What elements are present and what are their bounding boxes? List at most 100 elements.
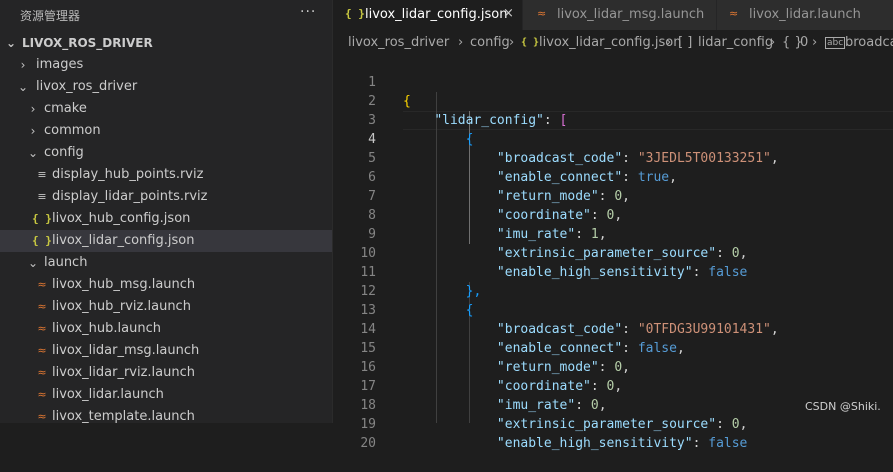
code-line: 3 { <box>333 92 893 147</box>
code-line: 16 "coordinate": 0, <box>333 339 893 394</box>
file-tree: ⌄ LIVOX_ROS_DRIVER › images ⌄ livox_ros_… <box>0 32 332 428</box>
rss-file-icon: ≈ <box>37 388 47 401</box>
chevron-right-icon: › <box>666 35 672 50</box>
code-line: 6 "return_mode": 0, <box>333 149 893 204</box>
tree-item-label: livox_hub_msg.launch <box>52 277 196 292</box>
tree-folder-cmake[interactable]: › cmake <box>0 98 332 120</box>
text-file-icon: ≡ <box>37 190 47 203</box>
json-file-icon: { } <box>32 212 52 225</box>
tab-livox-lidar-config-json[interactable]: { } livox_lidar_config.json × <box>333 0 523 30</box>
chevron-right-icon: › <box>30 102 36 116</box>
json-file-icon: { } <box>521 37 540 48</box>
breadcrumb-item[interactable]: config <box>470 35 510 50</box>
tree-folder-livox-ros-driver[interactable]: ⌄ livox_ros_driver <box>0 76 332 98</box>
tree-item-label: images <box>36 57 84 72</box>
code-line: 1 { <box>333 54 893 109</box>
code-line: 13 "broadcast_code": "0TFDG3U99101431", <box>333 282 893 337</box>
tree-file-livox-template-launch[interactable]: ≈ livox_template.launch <box>0 406 332 428</box>
tree-item-label: launch <box>44 255 88 270</box>
tree-file-livox-lidar-rviz-launch[interactable]: ≈ livox_lidar_rviz.launch <box>0 362 332 384</box>
code-line: 10 "enable_high_sensitivity": false <box>333 225 893 280</box>
tree-file-livox-hub-launch[interactable]: ≈ livox_hub.launch <box>0 318 332 340</box>
json-key: "enable_high_sensitivity" <box>496 436 693 451</box>
breadcrumb-item[interactable]: lidar_config <box>698 35 773 50</box>
rss-file-icon: ≈ <box>37 410 47 423</box>
editor-tab-bar: { } livox_lidar_config.json × ≈ livox_li… <box>333 0 893 30</box>
code-line: 9 "extrinsic_parameter_source": 0, <box>333 206 893 261</box>
tree-item-label: livox_lidar_config.json <box>52 233 195 248</box>
tab-livox-lidar-msg-launch[interactable]: ≈ livox_lidar_msg.launch <box>523 0 717 30</box>
code-line: 2 "lidar_config": [ <box>333 73 893 128</box>
colon: : <box>692 436 709 451</box>
chevron-down-icon: ⌄ <box>27 256 39 270</box>
rss-file-icon: ≈ <box>37 300 47 313</box>
rss-file-icon: ≈ <box>37 344 47 357</box>
rss-file-icon: ≈ <box>37 322 47 335</box>
breadcrumb-item[interactable]: 0 <box>800 35 808 50</box>
breadcrumb-item[interactable]: broadcast_code <box>845 35 893 50</box>
chevron-down-icon: ⌄ <box>17 80 29 94</box>
code-line: 5 "enable_connect": true, <box>333 130 893 185</box>
explorer-title: 资源管理器 <box>20 9 81 23</box>
tree-item-label: common <box>44 123 101 138</box>
array-symbol-icon: [ ] <box>678 35 693 50</box>
code-editor[interactable]: 1 { 2 "lidar_config": [ 3 { 4 "broadcast… <box>333 54 893 451</box>
code-line: 18 "extrinsic_parameter_source": 0, <box>333 377 893 432</box>
code-line: 20 <box>333 415 893 451</box>
chevron-right-icon: › <box>30 124 36 138</box>
tree-item-label: cmake <box>44 101 87 116</box>
rss-file-icon: ≈ <box>37 278 47 291</box>
tree-file-livox-hub-rviz-launch[interactable]: ≈ livox_hub_rviz.launch <box>0 296 332 318</box>
chevron-right-icon: › <box>509 35 515 50</box>
tree-item-label: livox_ros_driver <box>36 79 138 94</box>
rss-file-icon: ≈ <box>537 7 547 20</box>
rss-file-icon: ≈ <box>729 7 739 20</box>
tree-item-label: livox_template.launch <box>52 409 195 424</box>
tree-folder-images[interactable]: › images <box>0 54 332 76</box>
text-file-icon: ≡ <box>37 168 47 181</box>
breadcrumb-item[interactable]: livox_ros_driver <box>348 35 449 50</box>
chevron-down-icon: ⌄ <box>5 36 17 50</box>
line-number: 20 <box>360 436 376 451</box>
tree-folder-launch[interactable]: ⌄ launch <box>0 252 332 274</box>
code-line: 12 { <box>333 263 893 318</box>
tree-file-livox-lidar-launch[interactable]: ≈ livox_lidar.launch <box>0 384 332 406</box>
code-line-current: 4 "broadcast_code": "3JEDL5T00133251", <box>333 111 893 166</box>
chevron-right-icon: › <box>20 58 26 72</box>
more-actions-icon[interactable]: ··· <box>300 4 316 20</box>
chevron-down-icon: ⌄ <box>27 146 39 160</box>
code-line: 11 }, <box>333 244 893 299</box>
chevron-right-icon: › <box>770 35 776 50</box>
rss-file-icon: ≈ <box>37 366 47 379</box>
tree-item-label: display_hub_points.rviz <box>52 167 204 182</box>
tree-item-label: config <box>44 145 84 160</box>
json-file-icon: { } <box>345 7 365 20</box>
breadcrumb-item[interactable]: livox_lidar_config.json <box>539 35 681 50</box>
tree-file-display-hub-points-rviz[interactable]: ≡ display_hub_points.rviz <box>0 164 332 186</box>
explorer-sidebar: 资源管理器 ··· ⌄ LIVOX_ROS_DRIVER › images ⌄ … <box>0 0 333 424</box>
tree-item-label: livox_hub_config.json <box>52 211 191 226</box>
tab-livox-lidar-launch[interactable]: ≈ livox_lidar.launch <box>717 0 893 30</box>
string-symbol-icon: abc <box>825 37 846 49</box>
tree-item-label: livox_lidar.launch <box>52 387 164 402</box>
code-line: 8 "imu_rate": 1, <box>333 187 893 242</box>
code-line: 17 "imu_rate": 0, <box>333 358 893 413</box>
tree-file-livox-lidar-msg-launch[interactable]: ≈ livox_lidar_msg.launch <box>0 340 332 362</box>
tree-file-livox-hub-config-json[interactable]: { } livox_hub_config.json <box>0 208 332 230</box>
chevron-right-icon: › <box>812 35 818 50</box>
tree-folder-common[interactable]: › common <box>0 120 332 142</box>
tree-file-livox-lidar-config-json[interactable]: { } livox_lidar_config.json <box>0 230 332 252</box>
tree-root-folder[interactable]: ⌄ LIVOX_ROS_DRIVER <box>0 32 332 54</box>
close-icon[interactable]: × <box>503 6 514 21</box>
tree-item-label: livox_lidar_msg.launch <box>52 343 200 358</box>
code-line: 15 "return_mode": 0, <box>333 320 893 375</box>
code-text: "enable_high_sensitivity": false <box>403 434 747 453</box>
breadcrumb: livox_ros_driver › config › { } livox_li… <box>333 30 893 54</box>
code-line: 14 "enable_connect": false, <box>333 301 893 356</box>
json-boolean: false <box>708 436 748 451</box>
tree-folder-config[interactable]: ⌄ config <box>0 142 332 164</box>
tree-file-display-lidar-points-rviz[interactable]: ≡ display_lidar_points.rviz <box>0 186 332 208</box>
tab-label: livox_lidar.launch <box>749 7 861 22</box>
tree-file-livox-hub-msg-launch[interactable]: ≈ livox_hub_msg.launch <box>0 274 332 296</box>
tree-root-label: LIVOX_ROS_DRIVER <box>22 36 153 50</box>
